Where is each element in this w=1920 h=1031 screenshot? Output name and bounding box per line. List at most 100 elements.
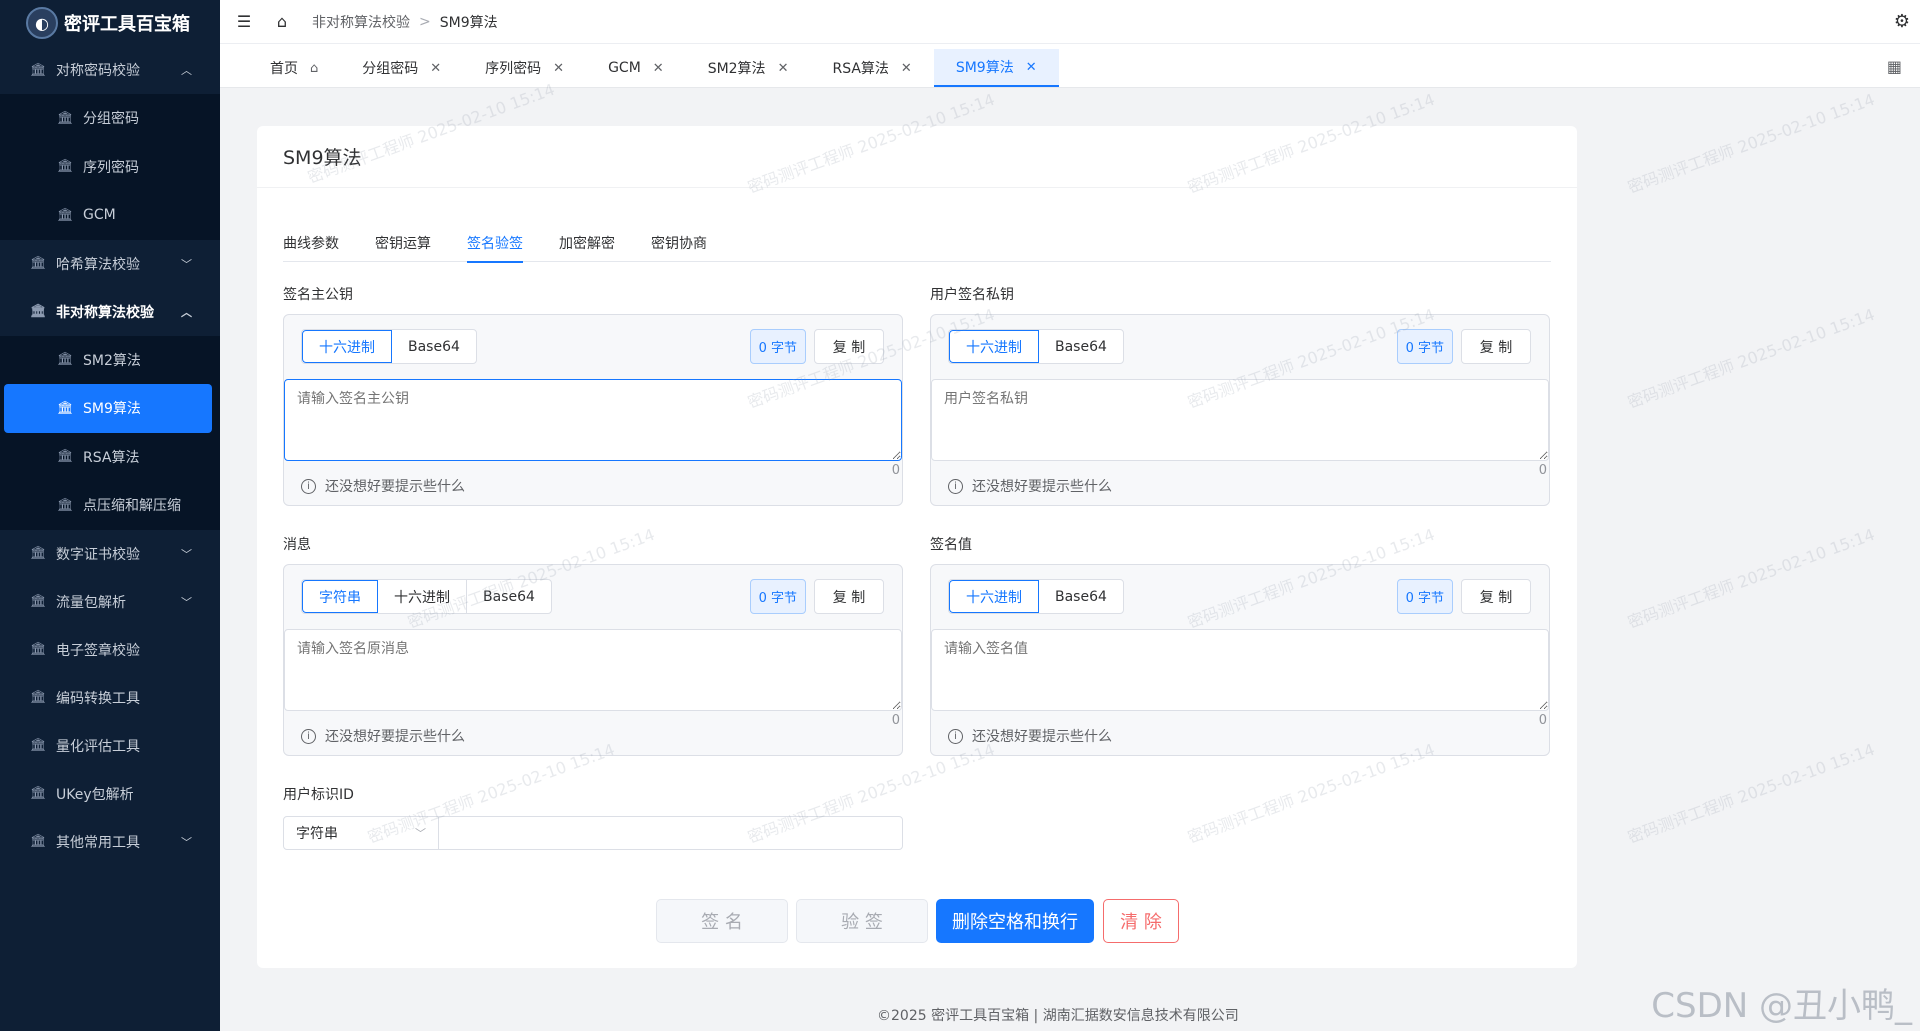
top-header: ☰ ⌂ 非对称算法校验 > SM9算法 ⚙ xyxy=(220,0,1920,44)
tab-sm9[interactable]: SM9算法 ✕ xyxy=(933,49,1059,87)
copy-button[interactable]: 复 制 xyxy=(814,329,884,364)
bank-icon: 🏛 xyxy=(30,738,47,753)
signature-panel: 十六进制 Base64 0 字节 复 制 0 i 还没想好要提示些什么 xyxy=(930,564,1550,756)
app-logo[interactable]: ◐ 密评工具百宝箱 xyxy=(0,0,220,46)
user-id-label: 用户标识ID xyxy=(283,787,354,803)
verify-button[interactable]: 验 签 xyxy=(796,899,928,943)
copy-button[interactable]: 复 制 xyxy=(1461,579,1531,614)
char-count: 0 xyxy=(891,463,900,478)
sidebar-item-gcm[interactable]: 🏛 GCM xyxy=(0,191,220,240)
menu-item-ukey[interactable]: 🏛 UKey包解析 xyxy=(0,770,220,818)
strip-whitespace-button[interactable]: 删除空格和换行 xyxy=(936,899,1094,943)
tab-sm2[interactable]: SM2算法 ✕ xyxy=(686,49,811,87)
clear-button[interactable]: 清 除 xyxy=(1103,899,1179,943)
bank-icon: 🏛 xyxy=(57,352,74,368)
gear-icon[interactable]: ⚙ xyxy=(1894,11,1910,32)
sidebar: ◐ 密评工具百宝箱 🏛 对称密码校验 ︿ 🏛 分组密码 🏛 序列密码 🏛 GCM 🏛 … xyxy=(0,0,220,1031)
close-icon[interactable]: ✕ xyxy=(653,61,664,76)
sidebar-item-sm2[interactable]: 🏛 SM2算法 xyxy=(0,336,220,385)
format-switch: 字符串 十六进制 Base64 xyxy=(301,579,552,614)
menu-group-symmetric[interactable]: 🏛 对称密码校验 ︿ xyxy=(0,46,220,94)
hint-text: 还没想好要提示些什么 xyxy=(325,479,465,495)
menu-group-certificate[interactable]: 🏛 数字证书校验 ﹀ xyxy=(0,530,220,578)
select-value: 字符串 xyxy=(296,826,338,842)
menu-item-seal[interactable]: 🏛 电子签章校验 xyxy=(0,626,220,674)
close-icon[interactable]: ✕ xyxy=(778,61,789,76)
menu-group-other[interactable]: 🏛 其他常用工具 ﹀ xyxy=(0,818,220,866)
close-icon[interactable]: ✕ xyxy=(430,61,441,76)
bank-icon: 🏛 xyxy=(30,690,47,705)
close-icon[interactable]: ✕ xyxy=(553,61,564,76)
char-count: 0 xyxy=(891,713,900,728)
menu-group-asymmetric[interactable]: 🏛 非对称算法校验 ︿ xyxy=(0,288,220,336)
signature-input[interactable] xyxy=(931,629,1549,711)
format-base64-option[interactable]: Base64 xyxy=(392,330,476,363)
breadcrumb-parent[interactable]: 非对称算法校验 xyxy=(312,12,410,32)
home-icon[interactable]: ⌂ xyxy=(270,12,294,31)
menu-collapse-icon[interactable]: ☰ xyxy=(232,12,256,31)
sidebar-item-stream-cipher[interactable]: 🏛 序列密码 xyxy=(0,143,220,192)
info-icon: i xyxy=(948,728,963,744)
sidebar-item-label: 分组密码 xyxy=(83,111,139,128)
sign-button[interactable]: 签 名 xyxy=(656,899,788,943)
user-privkey-input[interactable] xyxy=(931,379,1549,461)
copy-button[interactable]: 复 制 xyxy=(1461,329,1531,364)
format-base64-option[interactable]: Base64 xyxy=(467,580,551,613)
menu-item-encoding[interactable]: 🏛 编码转换工具 xyxy=(0,674,220,722)
tab-gcm[interactable]: GCM ✕ xyxy=(586,49,686,87)
menu-group-hash[interactable]: 🏛 哈希算法校验 ﹀ xyxy=(0,240,220,288)
subtab-key-ops[interactable]: 密钥运算 xyxy=(375,224,431,262)
home-icon: ⌂ xyxy=(310,60,319,76)
tab-stream-cipher[interactable]: 序列密码 ✕ xyxy=(463,49,586,87)
chevron-down-icon: ﹀ xyxy=(181,257,192,271)
format-hex-option[interactable]: 十六进制 xyxy=(378,580,467,613)
format-switch: 十六进制 Base64 xyxy=(301,329,477,364)
grid-icon[interactable]: ▦ xyxy=(1887,57,1902,76)
message-input[interactable] xyxy=(284,629,902,711)
subtab-sign-verify[interactable]: 签名验签 xyxy=(467,224,523,263)
bank-icon: 🏛 xyxy=(57,497,74,513)
tab-home[interactable]: 首页 ⌂ xyxy=(248,49,340,87)
sidebar-item-rsa[interactable]: 🏛 RSA算法 xyxy=(0,433,220,482)
user-privkey-label: 用户签名私钥 xyxy=(930,287,1014,303)
chevron-down-icon: ﹀ xyxy=(181,835,192,849)
sidebar-item-point-compress[interactable]: 🏛 点压缩和解压缩 xyxy=(0,481,220,530)
message-panel: 字符串 十六进制 Base64 0 字节 复 制 0 i 还没想好要提示些什么 xyxy=(283,564,903,756)
tab-block-cipher[interactable]: 分组密码 ✕ xyxy=(340,49,463,87)
close-icon[interactable]: ✕ xyxy=(1026,60,1037,75)
close-icon[interactable]: ✕ xyxy=(901,61,912,76)
page-title: SM9算法 xyxy=(257,126,1577,188)
user-id-type-select[interactable]: 字符串 ﹀ xyxy=(284,817,439,849)
format-base64-option[interactable]: Base64 xyxy=(1039,580,1123,613)
format-hex-option[interactable]: 十六进制 xyxy=(949,580,1039,613)
subtab-key-agreement[interactable]: 密钥协商 xyxy=(651,224,707,262)
tab-label: 首页 xyxy=(270,61,298,77)
format-base64-option[interactable]: Base64 xyxy=(1039,330,1123,363)
breadcrumb: 非对称算法校验 > SM9算法 xyxy=(312,12,498,32)
sidebar-item-label: 点压缩和解压缩 xyxy=(83,498,181,515)
menu-group-traffic[interactable]: 🏛 流量包解析 ﹀ xyxy=(0,578,220,626)
csdn-watermark: CSDN @丑小鸭_ xyxy=(1651,986,1912,1026)
chevron-down-icon: ﹀ xyxy=(181,595,192,609)
format-hex-option[interactable]: 十六进制 xyxy=(302,330,392,363)
bank-icon: 🏛 xyxy=(30,304,47,319)
signature-label: 签名值 xyxy=(930,537,972,553)
subtab-curve-params[interactable]: 曲线参数 xyxy=(283,224,339,262)
sidebar-item-sm9[interactable]: 🏛 SM9算法 xyxy=(4,384,212,433)
bank-icon: 🏛 xyxy=(30,786,47,801)
subtab-encrypt-decrypt[interactable]: 加密解密 xyxy=(559,224,615,262)
sidebar-item-label: 序列密码 xyxy=(83,159,139,176)
format-switch: 十六进制 Base64 xyxy=(948,579,1124,614)
sidebar-item-label: SM2算法 xyxy=(83,352,141,369)
master-pubkey-label: 签名主公钥 xyxy=(283,287,353,303)
bank-icon: 🏛 xyxy=(57,159,74,175)
format-hex-option[interactable]: 十六进制 xyxy=(949,330,1039,363)
user-id-input[interactable] xyxy=(439,817,902,849)
info-icon: i xyxy=(301,728,316,744)
menu-item-quantify[interactable]: 🏛 量化评估工具 xyxy=(0,722,220,770)
format-string-option[interactable]: 字符串 xyxy=(302,580,378,613)
tab-rsa[interactable]: RSA算法 ✕ xyxy=(810,49,933,87)
sidebar-item-block-cipher[interactable]: 🏛 分组密码 xyxy=(0,94,220,143)
master-pubkey-input[interactable] xyxy=(284,379,902,461)
copy-button[interactable]: 复 制 xyxy=(814,579,884,614)
